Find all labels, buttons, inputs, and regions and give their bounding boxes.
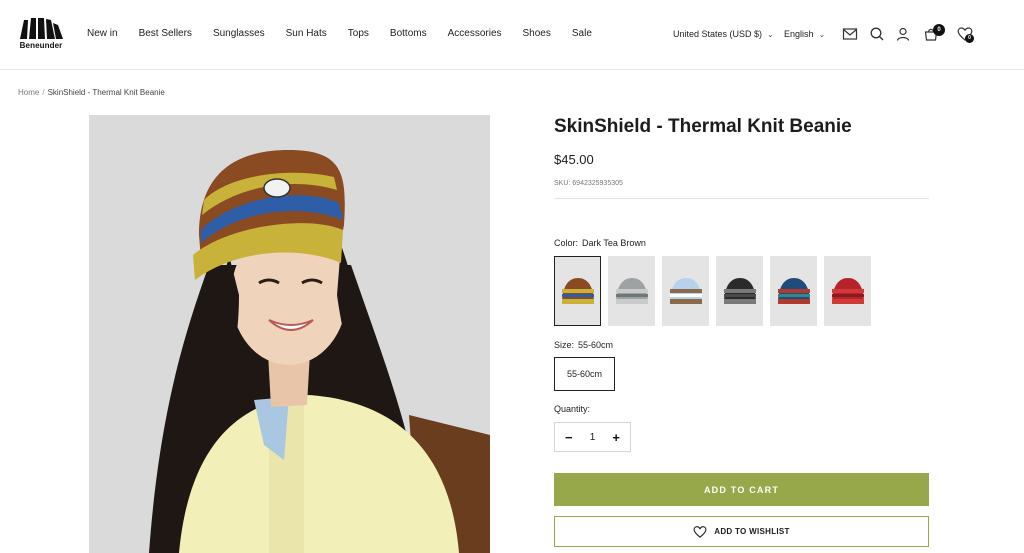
brand-logo[interactable]: Beneunder bbox=[18, 17, 64, 51]
divider bbox=[554, 198, 929, 199]
product-sku: SKU: 6942325935305 bbox=[554, 180, 623, 187]
account-icon[interactable] bbox=[895, 26, 911, 42]
breadcrumb-current: SkinShield - Thermal Knit Beanie bbox=[47, 88, 165, 97]
wishlist-count-badge: 0 bbox=[965, 34, 974, 43]
quantity-increase-button[interactable]: + bbox=[612, 430, 620, 445]
quantity-value[interactable]: 1 bbox=[590, 432, 596, 443]
currency-selector[interactable]: United States (USD $) ⌄ bbox=[673, 29, 774, 39]
quantity-decrease-button[interactable]: − bbox=[565, 430, 573, 445]
mail-icon[interactable] bbox=[842, 26, 858, 42]
size-value: 55-60cm bbox=[578, 340, 614, 350]
nav-item-sun-hats[interactable]: Sun Hats bbox=[286, 28, 327, 39]
nav-item-sunglasses[interactable]: Sunglasses bbox=[213, 28, 265, 39]
add-to-cart-button[interactable]: ADD TO CART bbox=[554, 473, 929, 506]
beanie-thumbnail bbox=[615, 278, 648, 304]
breadcrumb-separator: / bbox=[42, 88, 45, 97]
color-value: Dark Tea Brown bbox=[582, 238, 646, 248]
product-image[interactable] bbox=[89, 115, 490, 553]
color-swatch[interactable] bbox=[554, 256, 601, 326]
quantity-label: Quantity: bbox=[554, 404, 591, 414]
color-label-text: Color: bbox=[554, 238, 579, 248]
heart-icon bbox=[693, 525, 707, 538]
breadcrumb: Home / SkinShield - Thermal Knit Beanie bbox=[18, 88, 165, 97]
beanie-thumbnail bbox=[777, 278, 810, 304]
language-selector[interactable]: English ⌄ bbox=[784, 29, 825, 39]
size-option-button[interactable]: 55-60cm bbox=[554, 357, 615, 391]
add-to-wishlist-label: ADD TO WISHLIST bbox=[714, 527, 790, 536]
chevron-down-icon: ⌄ bbox=[767, 30, 774, 39]
language-label: English bbox=[784, 29, 814, 39]
cart-count-badge: 0 bbox=[933, 24, 945, 36]
color-swatch[interactable] bbox=[662, 256, 709, 326]
beanie-thumbnail bbox=[561, 278, 594, 304]
color-swatch[interactable] bbox=[716, 256, 763, 326]
nav-item-best-sellers[interactable]: Best Sellers bbox=[139, 28, 192, 39]
color-swatch[interactable] bbox=[608, 256, 655, 326]
nav-item-bottoms[interactable]: Bottoms bbox=[390, 28, 427, 39]
main-nav: New in Best Sellers Sunglasses Sun Hats … bbox=[87, 28, 613, 39]
quantity-stepper: − 1 + bbox=[554, 422, 631, 452]
breadcrumb-home[interactable]: Home bbox=[18, 88, 39, 97]
nav-item-shoes[interactable]: Shoes bbox=[523, 28, 551, 39]
chevron-down-icon: ⌄ bbox=[818, 30, 826, 39]
nav-item-tops[interactable]: Tops bbox=[348, 28, 369, 39]
site-header: Beneunder New in Best Sellers Sunglasses… bbox=[0, 0, 1024, 70]
logo-mark-icon bbox=[20, 18, 63, 39]
beanie-thumbnail bbox=[831, 278, 864, 304]
nav-item-accessories[interactable]: Accessories bbox=[448, 28, 502, 39]
brand-name: Beneunder bbox=[19, 41, 63, 50]
color-label: Color: Dark Tea Brown bbox=[554, 238, 646, 248]
nav-item-sale[interactable]: Sale bbox=[572, 28, 592, 39]
beanie-thumbnail bbox=[669, 278, 702, 304]
search-icon[interactable] bbox=[869, 26, 885, 42]
nav-item-new-in[interactable]: New in bbox=[87, 28, 118, 39]
color-swatch[interactable] bbox=[770, 256, 817, 326]
size-label-text: Size: bbox=[554, 340, 575, 350]
color-swatch[interactable] bbox=[824, 256, 871, 326]
currency-label: United States (USD $) bbox=[673, 29, 763, 39]
beanie-thumbnail bbox=[723, 278, 756, 304]
product-title: SkinShield - Thermal Knit Beanie bbox=[554, 116, 852, 137]
size-label: Size: 55-60cm bbox=[554, 340, 613, 350]
product-price: $45.00 bbox=[554, 152, 594, 167]
model-photo-illustration bbox=[89, 115, 490, 553]
add-to-wishlist-button[interactable]: ADD TO WISHLIST bbox=[554, 516, 929, 547]
color-swatches bbox=[554, 256, 878, 326]
